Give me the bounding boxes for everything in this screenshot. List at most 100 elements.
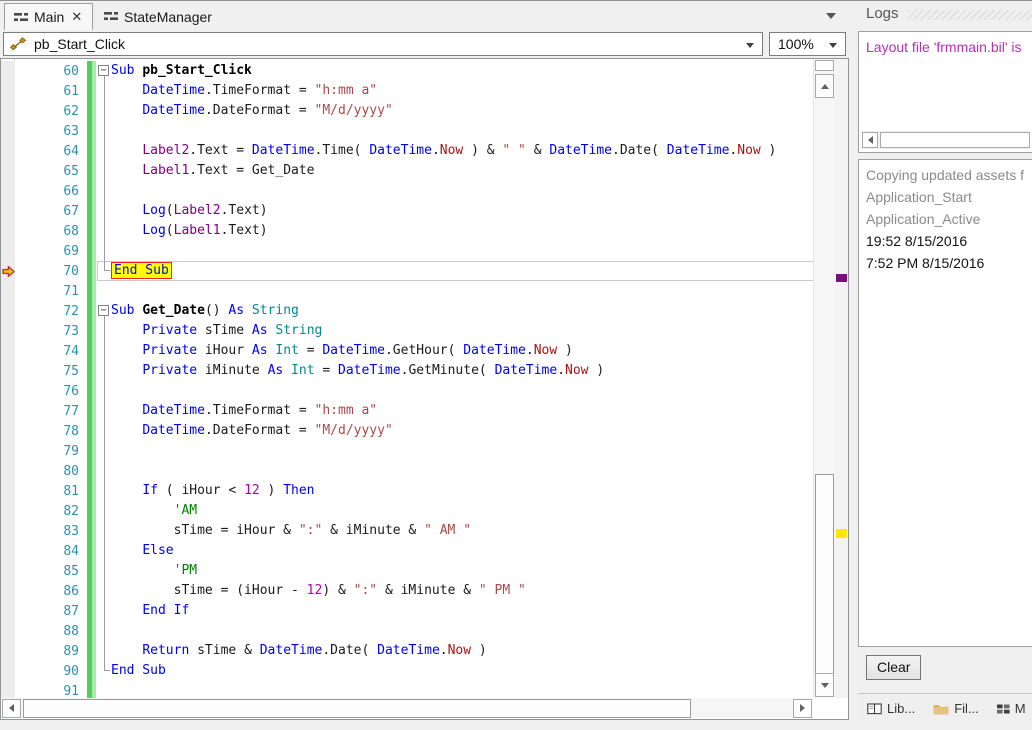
tab-files[interactable]: Fil... <box>933 701 979 716</box>
horizontal-scrollbar[interactable] <box>2 698 812 718</box>
code-line-64[interactable]: 64 Label2.Text = DateTime.Time( DateTime… <box>1 141 848 161</box>
breakpoint-margin[interactable] <box>1 501 15 521</box>
code-line-73[interactable]: 73 Private sTime As String <box>1 321 848 341</box>
log-output-box-main[interactable]: Copying updated assets fApplication_Star… <box>858 159 1032 647</box>
code-line-70[interactable]: 70End Sub <box>1 261 848 281</box>
code-line-69[interactable]: 69 <box>1 241 848 261</box>
code-line-85[interactable]: 85 'PM <box>1 561 848 581</box>
breakpoint-margin[interactable] <box>1 321 15 341</box>
breakpoint-margin[interactable] <box>1 361 15 381</box>
code-line-61[interactable]: 61 DateTime.TimeFormat = "h:mm a" <box>1 81 848 101</box>
code-line-88[interactable]: 88 <box>1 621 848 641</box>
code-line-77[interactable]: 77 DateTime.TimeFormat = "h:mm a" <box>1 401 848 421</box>
code-line-66[interactable]: 66 <box>1 181 848 201</box>
breakpoint-margin[interactable] <box>1 221 15 241</box>
code-line-78[interactable]: 78 DateTime.DateFormat = "M/d/yyyy" <box>1 421 848 441</box>
fold-collapse-icon[interactable]: − <box>98 305 109 316</box>
breakpoint-margin[interactable] <box>1 241 15 261</box>
code-line-62[interactable]: 62 DateTime.DateFormat = "M/d/yyyy" <box>1 101 848 121</box>
breakpoint-margin[interactable] <box>1 581 15 601</box>
tab-modules[interactable]: M <box>997 701 1026 716</box>
scroll-right-button[interactable] <box>793 699 812 718</box>
breakpoint-margin[interactable] <box>1 441 15 461</box>
log-horizontal-scrollbar[interactable] <box>862 131 1030 149</box>
zoom-level-dropdown[interactable]: 100% <box>769 32 846 56</box>
horizontal-scrollbar-thumb[interactable] <box>23 699 691 718</box>
code-line-72[interactable]: 72−Sub Get_Date() As String <box>1 301 848 321</box>
breakpoint-margin[interactable] <box>1 481 15 501</box>
chevron-down-icon[interactable] <box>826 13 836 19</box>
scrollbar-marker-strip <box>835 59 848 698</box>
code-line-63[interactable]: 63 <box>1 121 848 141</box>
close-icon[interactable]: ✕ <box>70 9 83 25</box>
change-tracking-bar <box>87 81 96 101</box>
dropdown-arrow-icon[interactable] <box>746 43 754 48</box>
dropdown-arrow-icon[interactable] <box>829 43 837 48</box>
code-line-60[interactable]: 60−Sub pb_Start_Click <box>1 61 848 81</box>
code-line-80[interactable]: 80 <box>1 461 848 481</box>
breakpoint-margin[interactable] <box>1 81 15 101</box>
breakpoint-margin[interactable] <box>1 681 15 698</box>
change-tracking-bar <box>87 401 96 421</box>
code-line-87[interactable]: 87 End If <box>1 601 848 621</box>
code-line-86[interactable]: 86 sTime = (iHour - 12) & ":" & iMinute … <box>1 581 848 601</box>
breakpoint-margin[interactable] <box>1 561 15 581</box>
breakpoint-margin[interactable] <box>1 341 15 361</box>
breakpoint-margin[interactable] <box>1 281 15 301</box>
log-output-box-top[interactable]: Layout file 'frmmain.bil' is <box>858 31 1032 153</box>
breakpoint-margin[interactable] <box>1 201 15 221</box>
breakpoint-margin[interactable] <box>1 641 15 661</box>
breakpoint-margin[interactable] <box>1 381 15 401</box>
bookmark-marker[interactable] <box>836 529 847 538</box>
method-selector-dropdown[interactable]: pb_Start_Click <box>3 32 763 56</box>
breakpoint-margin[interactable] <box>1 161 15 181</box>
code-line-74[interactable]: 74 Private iHour As Int = DateTime.GetHo… <box>1 341 848 361</box>
breakpoint-margin[interactable] <box>1 621 15 641</box>
code-line-68[interactable]: 68 Log(Label1.Text) <box>1 221 848 241</box>
current-line-marker[interactable] <box>836 274 847 282</box>
code-line-82[interactable]: 82 'AM <box>1 501 848 521</box>
fold-collapse-icon[interactable]: − <box>98 65 109 76</box>
breakpoint-margin[interactable] <box>1 521 15 541</box>
code-line-79[interactable]: 79 <box>1 441 848 461</box>
vertical-scrollbar[interactable] <box>813 59 835 698</box>
clear-logs-button[interactable]: Clear <box>866 655 921 680</box>
breakpoint-margin[interactable] <box>1 121 15 141</box>
breakpoint-margin[interactable] <box>1 101 15 121</box>
code-editor[interactable]: 60−Sub pb_Start_Click61 DateTime.TimeFor… <box>1 59 848 698</box>
code-line-76[interactable]: 76 <box>1 381 848 401</box>
current-statement-arrow-icon[interactable] <box>1 261 15 281</box>
code-line-84[interactable]: 84 Else <box>1 541 848 561</box>
code-line-90[interactable]: 90End Sub <box>1 661 848 681</box>
editor-splitter-handle[interactable] <box>815 60 834 71</box>
code-line-91[interactable]: 91 <box>1 681 848 698</box>
breakpoint-margin[interactable] <box>1 141 15 161</box>
breakpoint-margin[interactable] <box>1 541 15 561</box>
tab-libraries[interactable]: Lib... <box>867 701 915 716</box>
breakpoint-margin[interactable] <box>1 61 15 81</box>
tab-main[interactable]: Main ✕ <box>4 3 93 30</box>
code-line-89[interactable]: 89 Return sTime & DateTime.Date( DateTim… <box>1 641 848 661</box>
breakpoint-margin[interactable] <box>1 301 15 321</box>
scroll-left-button[interactable] <box>862 132 878 148</box>
code-line-75[interactable]: 75 Private iMinute As Int = DateTime.Get… <box>1 361 848 381</box>
log-scrollbar-thumb[interactable] <box>880 132 1030 148</box>
line-number: 64 <box>15 144 87 159</box>
scroll-up-button[interactable] <box>815 74 834 98</box>
code-line-81[interactable]: 81 If ( iHour < 12 ) Then <box>1 481 848 501</box>
code-line-83[interactable]: 83 sTime = iHour & ":" & iMinute & " AM … <box>1 521 848 541</box>
breakpoint-margin[interactable] <box>1 421 15 441</box>
code-line-67[interactable]: 67 Log(Label2.Text) <box>1 201 848 221</box>
tab-statemanager[interactable]: StateManager <box>95 3 221 30</box>
scroll-left-button[interactable] <box>2 699 21 718</box>
breakpoint-margin[interactable] <box>1 181 15 201</box>
breakpoint-margin[interactable] <box>1 461 15 481</box>
breakpoint-margin[interactable] <box>1 401 15 421</box>
vertical-scrollbar-thumb[interactable] <box>815 474 834 676</box>
breakpoint-margin[interactable] <box>1 661 15 681</box>
breakpoint-margin[interactable] <box>1 601 15 621</box>
code-line-65[interactable]: 65 Label1.Text = Get_Date <box>1 161 848 181</box>
scroll-down-button[interactable] <box>815 673 834 697</box>
code-line-71[interactable]: 71 <box>1 281 848 301</box>
change-tracking-bar <box>87 381 96 401</box>
